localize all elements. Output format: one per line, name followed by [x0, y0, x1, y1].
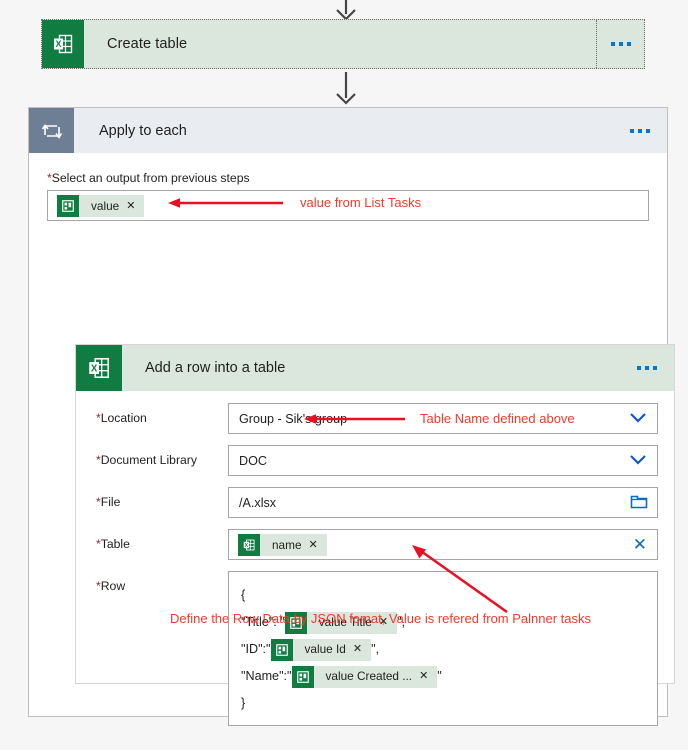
excel-icon: X	[42, 20, 84, 68]
field-label-text: Location	[100, 411, 147, 425]
clear-icon[interactable]: ✕	[633, 536, 649, 553]
apply-to-each-header[interactable]: Apply to each	[29, 108, 667, 153]
token-remove-icon[interactable]: ✕	[309, 538, 327, 551]
token-value[interactable]: value ✕	[57, 194, 145, 217]
json-text: "Name":"	[241, 669, 292, 684]
json-line: }	[241, 690, 645, 717]
scope-title: Apply to each	[99, 122, 187, 139]
apply-to-each-body: *Select an output from previous steps va…	[29, 153, 667, 221]
ellipsis-icon	[629, 128, 650, 133]
excel-icon: X	[238, 533, 260, 556]
json-line: {	[241, 582, 645, 609]
svg-text:X: X	[245, 542, 249, 548]
planner-icon	[270, 638, 293, 661]
connector-arrow-middle	[336, 72, 356, 105]
chevron-down-icon[interactable]	[627, 452, 649, 469]
svg-text:X: X	[91, 363, 98, 374]
ellipsis-icon	[636, 366, 657, 370]
json-line: "ID":" value Id ✕ ",	[241, 636, 645, 663]
card-title: Create table	[107, 36, 188, 52]
token-table-name[interactable]: X name ✕	[238, 533, 327, 556]
annotation-value-from-list-tasks: value from List Tasks	[300, 195, 422, 210]
excel-icon: X	[76, 345, 122, 391]
token-label: name	[272, 537, 302, 552]
json-text: }	[241, 696, 246, 711]
table-input[interactable]: X name ✕ ✕	[228, 529, 658, 560]
svg-text:X: X	[55, 39, 61, 49]
add-row-header[interactable]: X Add a row into a table	[76, 345, 674, 391]
field-label: *Row	[88, 571, 228, 593]
token-value-created[interactable]: value Created ... ✕	[291, 665, 438, 688]
json-text: ",	[371, 642, 380, 657]
token-label: value	[91, 198, 120, 213]
field-table: *Table X name ✕ ✕	[88, 529, 658, 560]
field-row: *Row { "Title": " value Title ✕ ", "ID":…	[88, 571, 658, 726]
planner-icon	[57, 194, 79, 217]
annotation-row-data-json-note: Define the Row Data by JSON fomat, Value…	[170, 611, 591, 626]
json-line: "Name":" value Created ... ✕ "	[241, 663, 645, 690]
action-card-add-a-row[interactable]: X Add a row into a table *Location Group…	[75, 344, 675, 726]
field-label-text: Document Library	[100, 453, 197, 467]
file-input[interactable]: /A.xlsx	[228, 487, 658, 518]
output-field-label-text: Select an output from previous steps	[51, 171, 250, 185]
add-row-body: *Location Group - Sik's group *Document …	[76, 391, 674, 726]
file-value: /A.xlsx	[239, 495, 277, 510]
ellipsis-menu[interactable]	[596, 20, 644, 68]
json-text: "ID":"	[241, 642, 271, 657]
folder-picker-icon[interactable]	[629, 492, 649, 513]
field-document-library: *Document Library DOC	[88, 445, 658, 476]
loop-icon	[29, 108, 74, 153]
planner-icon	[291, 665, 314, 688]
annotation-table-name-defined-above: Table Name defined above	[420, 411, 575, 426]
ellipsis-menu[interactable]	[619, 345, 674, 391]
field-label: *Document Library	[88, 445, 228, 467]
token-label: value Id	[304, 641, 346, 656]
field-file: *File /A.xlsx	[88, 487, 658, 518]
token-remove-icon[interactable]: ✕	[353, 644, 371, 655]
document-library-value: DOC	[239, 453, 267, 468]
token-remove-icon[interactable]: ✕	[419, 671, 437, 682]
field-label: *File	[88, 487, 228, 509]
output-field-label: *Select an output from previous steps	[47, 171, 649, 185]
ellipsis-icon	[610, 42, 631, 46]
chevron-down-icon[interactable]	[627, 410, 649, 427]
flow-designer-canvas: X Create table Apply to each *Select an …	[0, 0, 688, 750]
json-text: "	[437, 669, 442, 684]
token-remove-icon[interactable]: ✕	[126, 199, 144, 212]
field-label: *Table	[88, 529, 228, 551]
token-label: value Created ...	[325, 668, 413, 683]
token-value-id[interactable]: value Id ✕	[270, 638, 372, 661]
row-json-editor[interactable]: { "Title": " value Title ✕ ", "ID":" val…	[228, 571, 658, 726]
field-label-text: Table	[100, 537, 130, 551]
field-label-text: Row	[100, 579, 126, 593]
json-text: {	[241, 588, 246, 603]
field-label: *Location	[88, 403, 228, 425]
card-title: Add a row into a table	[145, 360, 286, 376]
ellipsis-menu[interactable]	[612, 108, 667, 153]
document-library-dropdown[interactable]: DOC	[228, 445, 658, 476]
field-label-text: File	[100, 495, 121, 509]
action-card-create-table[interactable]: X Create table	[41, 19, 645, 69]
